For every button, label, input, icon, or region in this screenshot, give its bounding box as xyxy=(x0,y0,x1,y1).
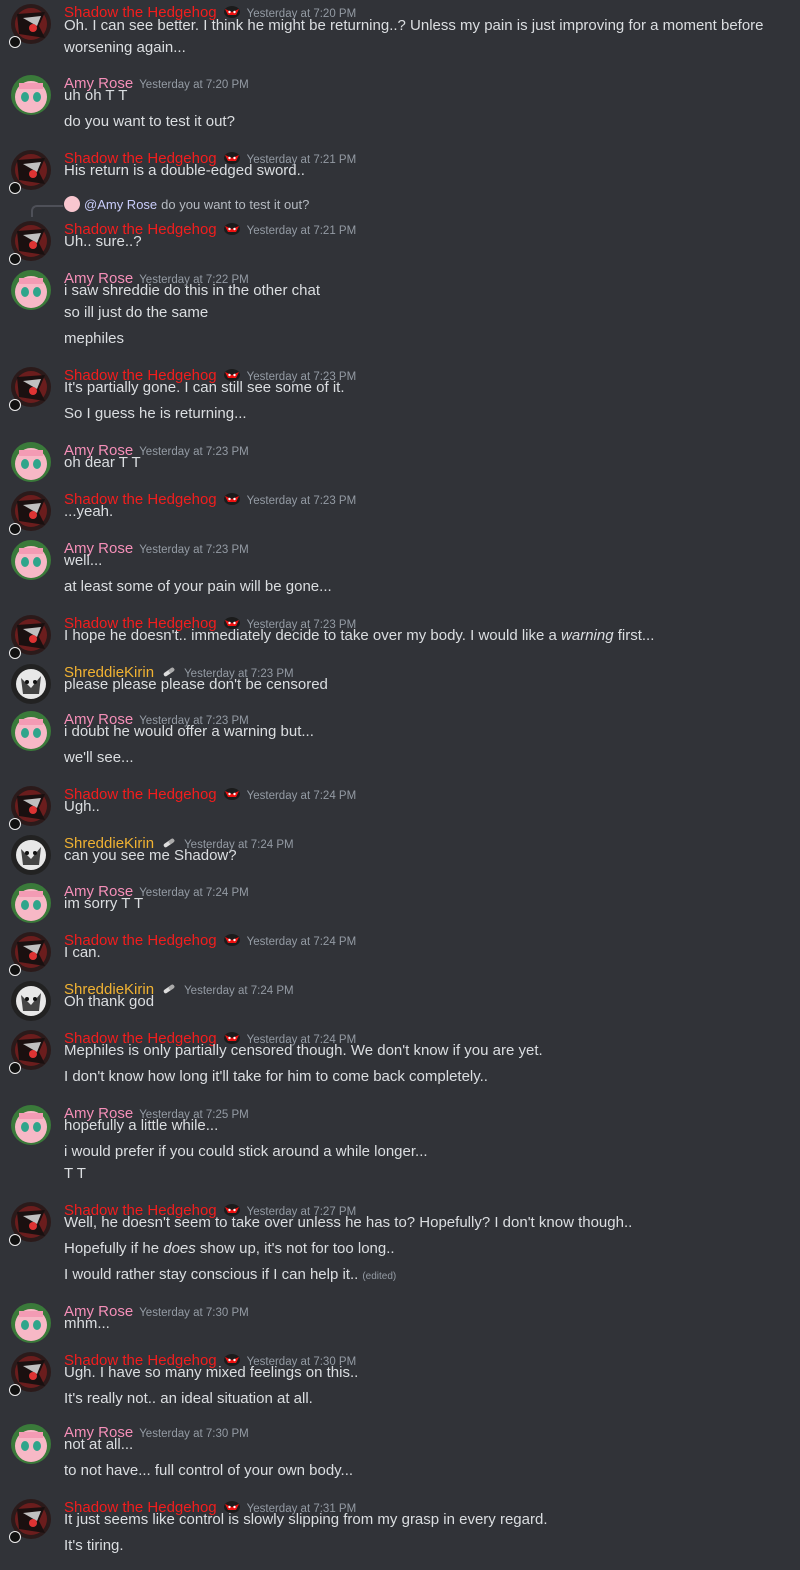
amy-avatar[interactable] xyxy=(11,883,51,923)
message-text: I hope he doesn't.. immediately decide t… xyxy=(64,627,655,644)
message-text: It's really not.. an ideal situation at … xyxy=(64,1390,313,1407)
reply-mention[interactable]: @Amy Rose xyxy=(84,197,157,212)
edited-label: (edited) xyxy=(362,1271,397,1282)
message-text: Ugh.. xyxy=(64,798,100,815)
message-text: im sorry T T xyxy=(64,895,144,912)
reply-connector xyxy=(31,205,63,217)
reply-preview[interactable]: @Amy Rose do you want to test it out? xyxy=(64,196,309,216)
message-text: hopefully a little while... xyxy=(64,1117,219,1134)
amy-avatar[interactable] xyxy=(11,270,51,310)
message-text: to not have... full control of your own … xyxy=(64,1462,354,1479)
message-text: It's tiring. xyxy=(64,1537,124,1554)
status-badge xyxy=(9,182,21,194)
message-text: can you see me Shadow? xyxy=(64,847,237,864)
message-text: It just seems like control is slowly sli… xyxy=(64,1511,548,1528)
message-text: ...yeah. xyxy=(64,503,114,520)
status-badge xyxy=(9,1384,21,1396)
message-text: It's partially gone. I can still see som… xyxy=(64,379,345,396)
status-badge xyxy=(9,818,21,830)
message-text: worsening again... xyxy=(64,39,186,56)
message-text: i doubt he would offer a warning but... xyxy=(64,723,314,740)
status-badge xyxy=(9,647,21,659)
message-text: Well, he doesn't seem to take over unles… xyxy=(64,1214,633,1231)
status-badge xyxy=(9,253,21,265)
status-badge xyxy=(9,964,21,976)
message-text: His return is a double-edged sword.. xyxy=(64,162,305,179)
shreddie-avatar[interactable] xyxy=(11,835,51,875)
message-text: so ill just do the same xyxy=(64,304,209,321)
message-text: mhm... xyxy=(64,1315,110,1332)
status-badge xyxy=(9,1531,21,1543)
message-text: I don't know how long it'll take for him… xyxy=(64,1068,488,1085)
message-text: Oh thank god xyxy=(64,993,155,1010)
message-text: please please please don't be censored xyxy=(64,676,328,693)
message-text: Oh. I can see better. I think he might b… xyxy=(64,17,764,34)
message-text: T T xyxy=(64,1165,86,1182)
message-text: not at all... xyxy=(64,1436,134,1453)
amy-avatar[interactable] xyxy=(11,540,51,580)
message-text: we'll see... xyxy=(64,749,134,766)
status-badge xyxy=(9,523,21,535)
shreddie-avatar[interactable] xyxy=(11,981,51,1021)
shreddie-avatar[interactable] xyxy=(11,664,51,704)
reply-text: do you want to test it out? xyxy=(161,197,310,212)
message-text: well... xyxy=(64,552,103,569)
message-text: i saw shreddie do this in the other chat xyxy=(64,282,320,299)
message-text: oh dear T T xyxy=(64,454,141,471)
message-text: i would prefer if you could stick around… xyxy=(64,1143,428,1160)
reply-avatar xyxy=(64,196,80,212)
amy-avatar[interactable] xyxy=(11,1303,51,1343)
message-text: do you want to test it out? xyxy=(64,113,235,130)
status-badge xyxy=(9,399,21,411)
amy-avatar[interactable] xyxy=(11,1424,51,1464)
message-text: Ugh. I have so many mixed feelings on th… xyxy=(64,1364,359,1381)
message-text: mephiles xyxy=(64,330,125,347)
amy-avatar[interactable] xyxy=(11,442,51,482)
chat-log: Shadow the Hedgehog Yesterday at 7:20 PM O… xyxy=(0,0,800,1570)
message-text: So I guess he is returning... xyxy=(64,405,247,422)
amy-avatar[interactable] xyxy=(11,711,51,751)
amy-avatar[interactable] xyxy=(11,75,51,115)
message-text: I can. xyxy=(64,944,101,961)
status-badge xyxy=(9,1062,21,1074)
amy-avatar[interactable] xyxy=(11,1105,51,1145)
message-text: Mephiles is only partially censored thou… xyxy=(64,1042,543,1059)
message-text: at least some of your pain will be gone.… xyxy=(64,578,332,595)
message-text: Uh.. sure..? xyxy=(64,233,142,250)
message-text: Hopefully if he does show up, it's not f… xyxy=(64,1240,395,1257)
status-badge xyxy=(9,36,21,48)
status-badge xyxy=(9,1234,21,1246)
message-text: uh oh T T xyxy=(64,87,128,104)
message-text: I would rather stay conscious if I can h… xyxy=(64,1266,397,1283)
